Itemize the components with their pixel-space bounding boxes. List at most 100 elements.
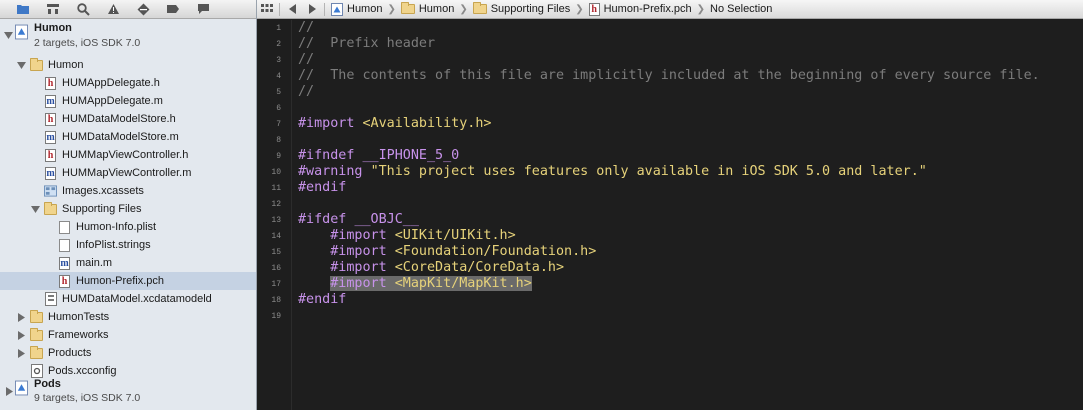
preprocessor-keyword: #import xyxy=(298,116,355,131)
navigator-item[interactable]: m HUMMapViewController.m xyxy=(0,164,256,182)
line-number: 2 xyxy=(276,40,281,49)
navigator-item[interactable]: m main.m xyxy=(0,254,256,272)
source-file-icon: m xyxy=(59,256,70,270)
breakpoint-icon[interactable] xyxy=(158,0,188,19)
header-file-icon: h xyxy=(58,274,71,288)
navigator-item-label: HUMMapViewController.m xyxy=(62,167,192,179)
project-name: Humon xyxy=(34,22,72,34)
breadcrumb-group-humon[interactable]: Humon xyxy=(400,0,454,19)
header-file-icon: h xyxy=(588,2,600,16)
plist-file-icon xyxy=(58,220,71,234)
disclosure-collapsed-icon[interactable] xyxy=(16,330,26,340)
navigator-item[interactable]: m HUMDataModelStore.m xyxy=(0,128,256,146)
navigator-item[interactable]: Humon xyxy=(0,56,256,74)
line-number: 16 xyxy=(271,264,281,273)
navigator-item[interactable]: h Humon-Prefix.pch xyxy=(0,272,256,290)
header-file-icon: h xyxy=(44,112,57,126)
navigator-item[interactable]: HUMDataModel.xcdatamodeld xyxy=(0,290,256,308)
navigator-item[interactable]: Humon-Info.plist xyxy=(0,218,256,236)
navigator-item-label: Images.xcassets xyxy=(62,185,144,197)
project-item-humon[interactable]: Humon 2 targets, iOS SDK 7.0 xyxy=(0,20,256,56)
folder-icon xyxy=(30,345,43,360)
disclosure-expanded-icon[interactable] xyxy=(16,60,26,70)
breadcrumb-label: Humon xyxy=(347,3,383,15)
disclosure-collapsed-icon[interactable] xyxy=(16,312,26,322)
source-file-icon: m xyxy=(45,94,56,108)
navigator-item-label: Frameworks xyxy=(48,329,109,341)
project-subtitle: 9 targets, iOS SDK 7.0 xyxy=(34,392,141,404)
breadcrumb-file[interactable]: h Humon-Prefix.pch xyxy=(588,0,692,19)
code-line-17: #import <MapKit/MapKit.h> xyxy=(298,276,532,292)
source-editor[interactable]: // // Prefix header // // The contents o… xyxy=(293,20,1083,410)
navigator-item[interactable]: Products xyxy=(0,344,256,362)
breadcrumb-project[interactable]: Humon xyxy=(331,0,382,19)
code-line-18: #endif xyxy=(298,292,347,307)
navigator-item-label: main.m xyxy=(76,257,113,269)
navigator-item-label: HUMMapViewController.h xyxy=(62,149,189,161)
navigator-item[interactable]: Frameworks xyxy=(0,326,256,344)
navigator-item[interactable]: Supporting Files xyxy=(0,200,256,218)
project-item-pods[interactable]: Pods 9 targets, iOS SDK 7.0 xyxy=(0,376,256,410)
xcode-project-icon xyxy=(331,2,343,16)
navigator-item[interactable]: HumonTests xyxy=(0,308,256,326)
navigator-item[interactable]: h HUMMapViewController.h xyxy=(0,146,256,164)
header-file-icon: h xyxy=(44,148,57,162)
breadcrumb-label: No Selection xyxy=(710,3,773,15)
breadcrumb-group-supporting-files[interactable]: Supporting Files xyxy=(472,0,571,19)
test-diamond-icon[interactable] xyxy=(128,0,158,19)
project-navigator: Humon 2 targets, iOS SDK 7.0 Humon h HUMAp… xyxy=(0,0,257,410)
disclosure-expanded-icon[interactable] xyxy=(30,204,40,214)
navigator-item-label: HUMDataModel.xcdatamodeld xyxy=(62,293,212,305)
line-number: 11 xyxy=(271,184,281,193)
code-line-2: // Prefix header xyxy=(298,36,436,51)
jump-bar: Humon ❯ Humon ❯ Supporting Files ❯ h Hum… xyxy=(257,0,1083,19)
folder-icon[interactable] xyxy=(8,0,38,19)
code-line-11: #endif xyxy=(298,180,347,195)
breadcrumb-label: Supporting Files xyxy=(490,3,571,15)
navigator-item[interactable]: InfoPlist.strings xyxy=(0,236,256,254)
navigator-item[interactable]: h HUMAppDelegate.h xyxy=(0,74,256,92)
breadcrumb-symbol[interactable]: No Selection xyxy=(710,0,772,19)
line-number: 13 xyxy=(271,216,281,225)
related-items-icon[interactable] xyxy=(257,0,277,19)
disclosure-collapsed-icon[interactable] xyxy=(4,386,14,396)
string-literal: "This project uses features only availab… xyxy=(370,164,927,179)
disclosure-collapsed-icon[interactable] xyxy=(16,348,26,358)
line-number: 3 xyxy=(276,56,281,65)
chevron-right-icon: ❯ xyxy=(575,3,584,15)
hierarchy-icon[interactable] xyxy=(38,0,68,19)
line-number: 1 xyxy=(276,24,281,33)
warning-icon[interactable] xyxy=(98,0,128,19)
disclosure-expanded-icon[interactable] xyxy=(3,30,13,40)
xcode-project-icon xyxy=(15,24,28,40)
code-line-4: // The contents of this file are implici… xyxy=(298,68,1040,83)
preprocessor-keyword: #ifndef xyxy=(298,148,355,163)
line-number: 10 xyxy=(271,168,281,177)
folder-icon xyxy=(30,57,43,72)
data-model-icon xyxy=(44,292,57,306)
navigator-item[interactable]: m HUMAppDelegate.m xyxy=(0,92,256,110)
selected-text: #import <MapKit/MapKit.h> xyxy=(330,276,532,291)
back-arrow-icon[interactable] xyxy=(282,0,302,19)
forward-arrow-icon[interactable] xyxy=(302,0,322,19)
line-number: 7 xyxy=(276,120,281,129)
include-path: <MapKit/MapKit.h> xyxy=(394,276,532,291)
preprocessor-keyword: #warning xyxy=(298,164,363,179)
navigator-item-label: HUMDataModelStore.m xyxy=(62,131,179,143)
navigator-toolbar xyxy=(0,0,256,19)
folder-icon xyxy=(44,201,57,216)
navigator-item-label: Products xyxy=(48,347,92,359)
source-file-icon: m xyxy=(45,166,56,180)
log-icon[interactable] xyxy=(188,0,218,19)
include-path: <UIKit/UIKit.h> xyxy=(394,228,516,243)
navigator-item-label: HUMAppDelegate.h xyxy=(62,77,160,89)
navigator-item-label: Humon-Info.plist xyxy=(76,221,157,233)
line-number: 4 xyxy=(276,72,281,81)
navigator-item[interactable]: h HUMDataModelStore.h xyxy=(0,110,256,128)
code-line-10: #warning "This project uses features onl… xyxy=(298,164,927,180)
asset-catalog-icon xyxy=(44,184,57,198)
include-path: <Availability.h> xyxy=(362,116,492,131)
navigator-item-label: HUMDataModelStore.h xyxy=(62,113,176,125)
navigator-item[interactable]: Images.xcassets xyxy=(0,182,256,200)
search-icon[interactable] xyxy=(68,0,98,19)
